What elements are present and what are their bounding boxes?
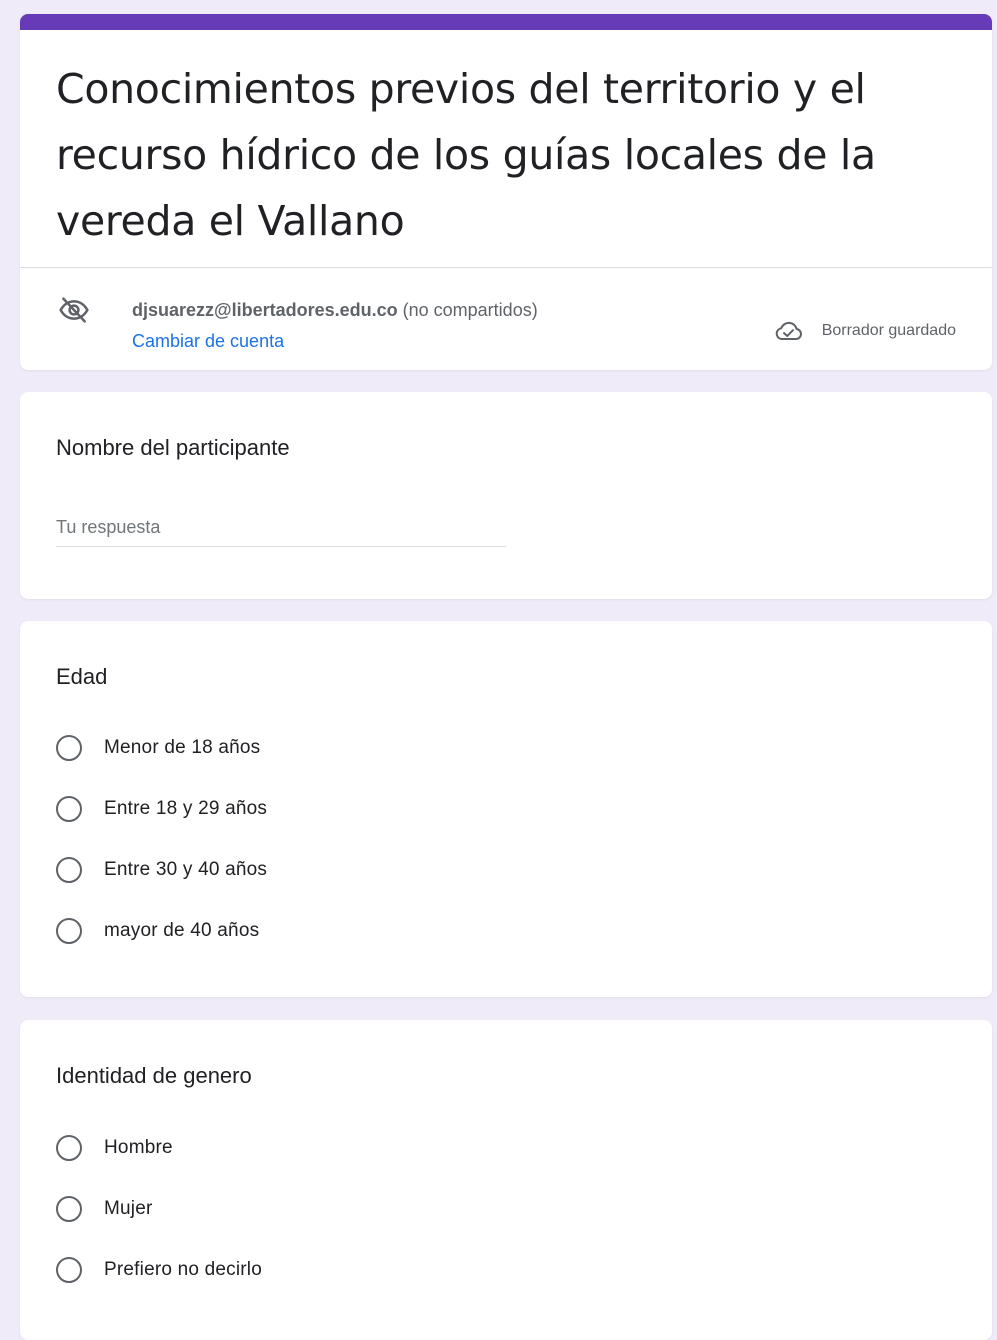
radio-button[interactable]	[56, 1135, 82, 1161]
option-label: Prefiero no decirlo	[104, 1259, 262, 1280]
radio-option[interactable]: Mujer	[56, 1189, 153, 1229]
eye-off-icon	[59, 297, 89, 323]
option-label: Mujer	[104, 1198, 153, 1219]
option-label: Entre 18 y 29 años	[104, 798, 268, 819]
option-label: Entre 30 y 40 años	[104, 859, 268, 880]
draft-saved-label: Borrador guardado	[821, 322, 956, 339]
radio-button[interactable]	[56, 796, 82, 822]
radio-button[interactable]	[56, 1196, 82, 1222]
accent-bar	[20, 14, 992, 30]
option-label: Menor de 18 años	[104, 737, 261, 758]
radio-button[interactable]	[56, 857, 82, 883]
draft-saved-status: Borrador guardado	[772, 318, 956, 344]
radio-option[interactable]: Hombre	[56, 1128, 173, 1168]
radio-option[interactable]: Entre 30 y 40 años	[56, 850, 267, 890]
radio-option[interactable]: mayor de 40 años	[56, 911, 259, 951]
radio-option[interactable]: Menor de 18 años	[56, 728, 260, 768]
account-row: djsuarezz@libertadores.edu.co (no compar…	[56, 284, 962, 364]
account-email: djsuarezz@libertadores.edu.co	[132, 300, 398, 320]
radio-option[interactable]: Entre 18 y 29 años	[56, 789, 267, 829]
question-card-gender: Identidad de genero Hombre Mujer Prefier…	[20, 1020, 992, 1340]
question-title: Edad	[56, 664, 108, 689]
option-label: Hombre	[104, 1137, 173, 1158]
sharing-note: (no compartidos)	[402, 300, 538, 320]
form-header-card: Conocimientos previos del territorio y e…	[20, 14, 992, 370]
option-label: mayor de 40 años	[104, 920, 260, 941]
account-email-line: djsuarezz@libertadores.edu.co (no compar…	[132, 300, 538, 321]
switch-account-link[interactable]: Cambiar de cuenta	[132, 331, 284, 352]
name-answer-input[interactable]	[56, 513, 506, 547]
radio-button[interactable]	[56, 1257, 82, 1283]
radio-option[interactable]: Prefiero no decirlo	[56, 1250, 262, 1290]
cloud-done-icon	[775, 321, 802, 340]
question-card-name: Nombre del participante	[20, 392, 992, 599]
question-title: Identidad de genero	[56, 1063, 252, 1088]
divider	[20, 267, 992, 268]
question-title: Nombre del participante	[56, 435, 290, 460]
form-title: Conocimientos previos del territorio y e…	[56, 65, 876, 245]
radio-button[interactable]	[56, 735, 82, 761]
question-card-age: Edad Menor de 18 años Entre 18 y 29 años…	[20, 621, 992, 997]
radio-button[interactable]	[56, 918, 82, 944]
